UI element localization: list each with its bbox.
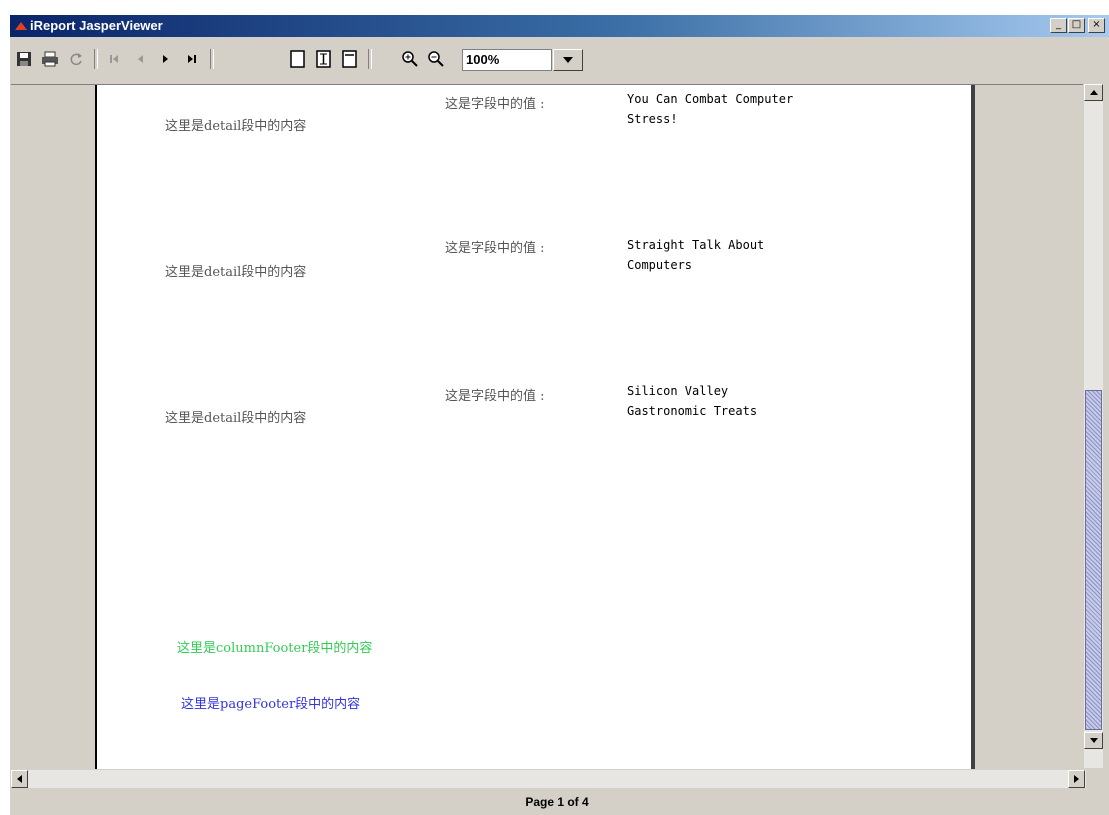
field-label: 这是字段中的值 : bbox=[445, 389, 545, 404]
page-footer-text: 这里是pageFooter段中的内容 bbox=[181, 697, 361, 712]
toolbar: 100% bbox=[10, 39, 1109, 75]
last-page-icon bbox=[188, 55, 196, 63]
toolbar-separator bbox=[210, 49, 214, 69]
save-button[interactable] bbox=[12, 47, 36, 71]
scroll-thumb[interactable] bbox=[1085, 390, 1102, 730]
first-page-button[interactable] bbox=[102, 47, 126, 71]
previous-page-icon bbox=[138, 55, 143, 63]
minimize-button[interactable]: _ bbox=[1050, 18, 1067, 33]
next-page-icon bbox=[163, 55, 168, 63]
fit-width-button[interactable] bbox=[338, 47, 362, 71]
scroll-left-button[interactable] bbox=[11, 770, 28, 788]
detail-label: 这里是detail段中的内容 bbox=[165, 119, 307, 134]
zoom-in-button[interactable] bbox=[398, 47, 422, 71]
report-viewport[interactable]: 这里是detail段中的内容 这是字段中的值 : You Can Combat … bbox=[11, 84, 1083, 769]
field-value-line1: You Can Combat Computer bbox=[627, 92, 794, 106]
first-page-icon bbox=[110, 55, 118, 63]
toolbar-separator bbox=[368, 49, 372, 69]
print-button[interactable] bbox=[38, 47, 62, 71]
chevron-down-icon bbox=[563, 57, 573, 63]
save-icon bbox=[17, 52, 31, 66]
previous-page-button[interactable] bbox=[128, 47, 152, 71]
viewer-window: iReport JasperViewer _ □ × 100% 这里是detai… bbox=[10, 15, 1109, 815]
horizontal-scrollbar[interactable] bbox=[11, 770, 1086, 788]
column-footer-text: 这里是columnFooter段中的内容 bbox=[177, 641, 373, 656]
next-page-button[interactable] bbox=[154, 47, 178, 71]
fit-page-icon bbox=[316, 50, 331, 68]
reload-icon bbox=[70, 53, 82, 66]
zoom-in-icon bbox=[402, 51, 418, 67]
print-icon bbox=[42, 51, 58, 67]
zoom-out-icon bbox=[428, 51, 444, 67]
fit-page-button[interactable] bbox=[312, 47, 336, 71]
actual-size-button[interactable] bbox=[286, 47, 310, 71]
field-value-line2: Stress! bbox=[627, 112, 678, 126]
arrow-up-icon bbox=[1089, 90, 1098, 95]
maximize-button[interactable]: □ bbox=[1068, 18, 1085, 33]
field-value-line2: Computers bbox=[627, 258, 693, 272]
close-button[interactable]: × bbox=[1088, 18, 1105, 33]
zoom-select[interactable]: 100% bbox=[462, 49, 552, 71]
arrow-down-icon bbox=[1089, 738, 1098, 743]
scroll-up-button[interactable] bbox=[1084, 84, 1103, 101]
toolbar-separator bbox=[94, 49, 98, 69]
reload-button[interactable] bbox=[64, 47, 88, 71]
title-bar: iReport JasperViewer _ □ × bbox=[10, 15, 1109, 37]
scroll-right-button[interactable] bbox=[1068, 770, 1085, 788]
field-value-line1: Straight Talk About bbox=[627, 238, 765, 252]
scroll-down-button[interactable] bbox=[1084, 732, 1103, 749]
field-value-line2: Gastronomic Treats bbox=[627, 404, 758, 418]
vertical-scrollbar[interactable] bbox=[1084, 84, 1103, 768]
page-status: Page 1 of 4 bbox=[525, 795, 589, 809]
actual-size-icon bbox=[290, 50, 305, 68]
field-label: 这是字段中的值 : bbox=[445, 97, 545, 112]
fit-width-icon bbox=[342, 50, 357, 68]
window-title: iReport JasperViewer bbox=[30, 18, 163, 33]
detail-label: 这里是detail段中的内容 bbox=[165, 265, 307, 280]
detail-label: 这里是detail段中的内容 bbox=[165, 411, 307, 426]
app-icon bbox=[15, 22, 27, 30]
zoom-dropdown-button[interactable] bbox=[553, 49, 583, 71]
arrow-right-icon bbox=[1074, 775, 1079, 783]
arrow-left-icon bbox=[17, 775, 22, 783]
last-page-button[interactable] bbox=[180, 47, 204, 71]
report-page: 这里是detail段中的内容 这是字段中的值 : You Can Combat … bbox=[95, 85, 975, 769]
field-label: 这是字段中的值 : bbox=[445, 241, 545, 256]
field-value-line1: Silicon Valley bbox=[627, 384, 729, 398]
zoom-out-button[interactable] bbox=[424, 47, 448, 71]
